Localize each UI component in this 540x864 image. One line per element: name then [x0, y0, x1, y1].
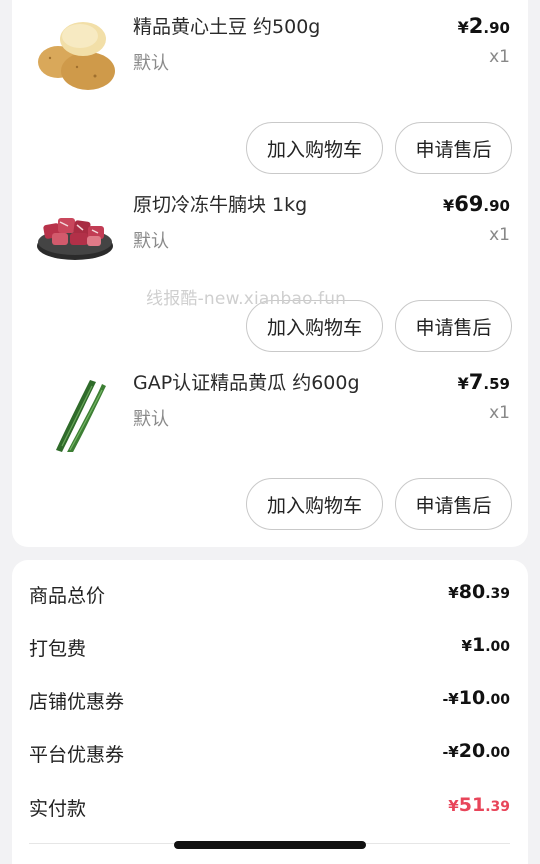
order-item: GAP认证精品黄瓜 约600g 默认 ¥7.59 x1 加入购物车 申请售后	[12, 356, 528, 534]
after-sale-button[interactable]: 申请售后	[395, 478, 512, 530]
summary-label: 实付款	[29, 798, 87, 820]
amount-integer: 80	[458, 581, 486, 603]
price-integer: 2	[468, 14, 484, 38]
amount-decimal: .00	[485, 639, 510, 655]
amount-decimal: .00	[485, 692, 510, 708]
amount-decimal: .39	[485, 586, 510, 602]
summary-label: 商品总价	[29, 585, 106, 607]
summary-value: ¥1.00	[462, 634, 510, 656]
potato-image[interactable]	[32, 10, 118, 96]
price-decimal: .59	[483, 375, 510, 393]
paid-amount: ¥51.39	[448, 794, 510, 816]
summary-row-platform-coupon: 平台优惠券 -¥20.00	[12, 732, 528, 772]
currency-symbol: ¥	[457, 18, 469, 37]
summary-value: -¥20.00	[442, 740, 510, 762]
price-decimal: .90	[483, 197, 510, 215]
price-decimal: .90	[483, 19, 510, 37]
summary-row-packing-fee: 打包费 ¥1.00	[12, 626, 528, 666]
order-summary-card: 商品总价 ¥80.39 打包费 ¥1.00 店铺优惠券 -¥10.00 平台优惠…	[12, 560, 528, 864]
item-quantity: x1	[489, 47, 510, 67]
price-integer: 69	[454, 192, 484, 216]
item-quantity: x1	[489, 225, 510, 245]
currency-symbol: ¥	[457, 374, 469, 393]
home-indicator[interactable]	[174, 841, 366, 849]
item-spec: 默认	[133, 53, 169, 74]
summary-row-paid: 实付款 ¥51.39	[12, 786, 528, 826]
beef-image[interactable]	[32, 188, 118, 274]
amount-integer: 20	[458, 740, 486, 762]
summary-row-shop-coupon: 店铺优惠券 -¥10.00	[12, 679, 528, 719]
currency-symbol: ¥	[448, 797, 459, 815]
amount-decimal: .39	[485, 799, 510, 815]
after-sale-button[interactable]: 申请售后	[395, 122, 512, 174]
item-name[interactable]: 原切冷冻牛腩块 1kg	[133, 190, 307, 217]
item-price: ¥69.90	[443, 192, 510, 216]
cucumber-image[interactable]	[32, 366, 118, 454]
summary-label: 打包费	[29, 638, 87, 660]
currency-symbol: ¥	[443, 196, 455, 215]
order-item: 原切冷冻牛腩块 1kg 默认 ¥69.90 x1 加入购物车 申请售后	[12, 178, 528, 356]
item-quantity: x1	[489, 403, 510, 423]
item-spec: 默认	[133, 409, 169, 430]
currency-symbol: ¥	[461, 637, 472, 655]
order-items-card: 精品黄心土豆 约500g 默认 ¥2.90 x1 加入购物车 申请售后 原切冷冻	[12, 0, 528, 547]
summary-label: 平台优惠券	[29, 744, 125, 766]
add-to-cart-button[interactable]: 加入购物车	[246, 478, 383, 530]
currency-symbol: ¥	[448, 743, 459, 761]
amount-integer: 10	[458, 687, 486, 709]
order-item: 精品黄心土豆 约500g 默认 ¥2.90 x1 加入购物车 申请售后	[12, 0, 528, 178]
item-price: ¥7.59	[458, 370, 510, 394]
item-name[interactable]: 精品黄心土豆 约500g	[133, 12, 320, 39]
currency-symbol: ¥	[448, 690, 459, 708]
watermark: 线报酷-new.xianbao.fun	[146, 289, 347, 309]
amount-integer: 51	[458, 794, 486, 816]
item-spec: 默认	[133, 231, 169, 252]
item-name[interactable]: GAP认证精品黄瓜 约600g	[133, 368, 360, 395]
currency-symbol: ¥	[448, 584, 459, 602]
amount-integer: 1	[471, 634, 486, 656]
add-to-cart-button[interactable]: 加入购物车	[246, 122, 383, 174]
summary-label: 店铺优惠券	[29, 691, 125, 713]
amount-decimal: .00	[485, 745, 510, 761]
price-integer: 7	[468, 370, 484, 394]
summary-row-goods-total: 商品总价 ¥80.39	[12, 573, 528, 613]
item-price: ¥2.90	[458, 14, 510, 38]
after-sale-button[interactable]: 申请售后	[395, 300, 512, 352]
summary-value: ¥80.39	[448, 581, 510, 603]
summary-value: -¥10.00	[442, 687, 510, 709]
